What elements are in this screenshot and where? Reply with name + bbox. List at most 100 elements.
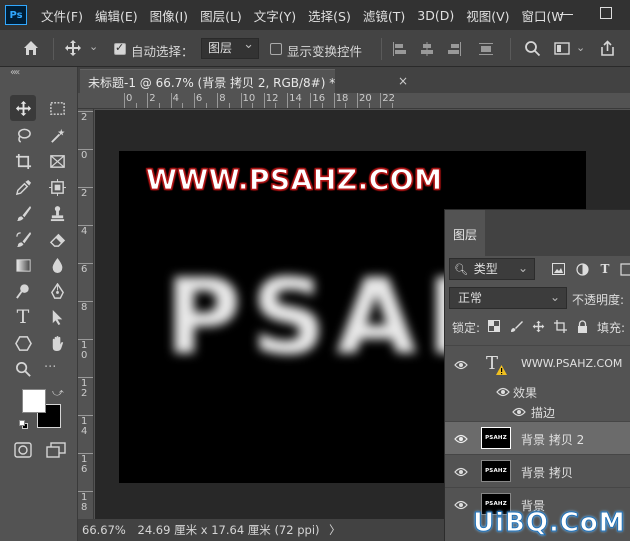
menu-view[interactable]: 视图(V) (460, 6, 515, 25)
eraser-tool-button[interactable] (44, 226, 70, 252)
menu-layer[interactable]: 图层(L) (194, 6, 248, 25)
close-tab-icon[interactable]: × (398, 74, 408, 88)
workspace-icon[interactable] (554, 41, 572, 59)
document-info: 24.69 厘米 x 17.64 厘米 (72 ppi) (137, 523, 320, 537)
visibility-eye-icon[interactable] (454, 359, 468, 370)
visibility-eye-icon[interactable] (454, 466, 468, 477)
ruler-tick (78, 339, 93, 340)
ruler-tick (147, 93, 149, 108)
menu-select[interactable]: 选择(S) (302, 6, 357, 25)
layer-effects-row[interactable]: 效果 (445, 381, 630, 401)
stroke-effect-row[interactable]: 描边 (445, 401, 630, 421)
menu-edit[interactable]: 编辑(E) (89, 6, 144, 25)
menu-filter[interactable]: 滤镜(T) (357, 6, 411, 25)
share-icon[interactable] (599, 40, 616, 60)
ruler-tick (78, 453, 93, 454)
align-left-icon[interactable] (392, 41, 408, 60)
align-center-icon[interactable] (419, 41, 435, 60)
menu-image[interactable]: 图像(I) (144, 6, 194, 25)
filter-type-icon[interactable]: T (598, 262, 612, 276)
ruler-label: 2 (149, 93, 156, 104)
align-right-icon[interactable] (446, 41, 462, 60)
show-transform-checkbox[interactable] (270, 43, 282, 55)
visibility-eye-icon[interactable] (512, 406, 526, 417)
layers-tab-bar: 图层 (445, 210, 630, 256)
zoom-level[interactable]: 66.67% (82, 523, 126, 537)
document-tab[interactable]: 未标题-1 @ 66.7% (背景 拷贝 2, RGB/8#) * × (80, 69, 408, 93)
menu-3d[interactable]: 3D(D) (411, 8, 460, 23)
layer-row-bg-copy-2[interactable]: PSAHZ 背景 拷贝 2 (445, 421, 630, 454)
zoom-tool-button[interactable] (10, 356, 36, 382)
tab-layers[interactable]: 图层 (445, 210, 485, 256)
filter-shape-icon[interactable] (619, 262, 630, 276)
frame-tool-button[interactable] (44, 148, 70, 174)
frame-icon (49, 154, 65, 168)
layer-thumbnail: PSAHZ (481, 460, 511, 482)
brush-tool-button[interactable] (10, 200, 36, 226)
quick-mask-icon[interactable] (14, 442, 32, 461)
blend-mode-dropdown[interactable]: 正常 ⌄ (449, 287, 567, 309)
layers-panel: 图层 🔍︎ 类型 ⌄ T 正常 ⌄ 不透明度: 锁定: 填充: T WWW.PS… (444, 209, 630, 541)
marquee-tool-button[interactable] (44, 95, 70, 121)
lock-position-icon[interactable] (531, 319, 545, 333)
ruler-label: 4 (172, 93, 179, 104)
distribute-icon[interactable] (478, 41, 494, 60)
foreground-color-swatch[interactable] (22, 389, 46, 413)
stamp-tool-button[interactable] (44, 200, 70, 226)
lock-transparent-icon[interactable] (487, 319, 501, 333)
search-icon[interactable] (524, 40, 541, 60)
type-tool-button[interactable]: T (10, 304, 36, 330)
maximize-icon[interactable] (600, 7, 612, 19)
menu-file[interactable]: 文件(F) (35, 6, 89, 25)
shape-tool-button[interactable] (10, 330, 36, 356)
tool-preset-chevron-icon[interactable]: ⌄ (89, 40, 98, 53)
ruler-tick (135, 103, 137, 108)
lock-pixels-icon[interactable] (509, 319, 523, 333)
screen-mode-icon[interactable] (46, 442, 66, 461)
filter-pixel-icon[interactable] (551, 262, 565, 276)
visibility-eye-icon[interactable] (454, 499, 468, 510)
pen-tool-button[interactable] (44, 278, 70, 304)
visibility-eye-icon[interactable] (496, 386, 510, 397)
filter-adjustment-icon[interactable] (575, 262, 589, 276)
move-tool-button[interactable] (10, 95, 36, 121)
lock-all-icon[interactable] (575, 319, 589, 333)
menu-type[interactable]: 文字(Y) (248, 6, 302, 25)
magic-wand-tool-button[interactable] (44, 122, 70, 148)
default-colors-icon[interactable] (19, 420, 28, 429)
workspace-chevron-icon[interactable]: ⌄ (576, 41, 585, 54)
lasso-tool-button[interactable] (10, 122, 36, 148)
status-menu-arrow-icon[interactable]: 〉 (329, 523, 341, 537)
eyedropper-tool-button[interactable] (10, 174, 36, 200)
auto-select-checkbox[interactable] (114, 41, 126, 55)
ruler-label: 12 (265, 93, 279, 104)
visibility-eye-icon[interactable] (454, 433, 468, 444)
crop-tool-button[interactable] (10, 148, 36, 174)
gradient-tool-button[interactable] (10, 252, 36, 278)
auto-select-target-dropdown[interactable]: 图层 (201, 35, 259, 59)
crop-icon (15, 153, 31, 169)
move-tool-icon[interactable] (64, 39, 82, 60)
path-select-tool-button[interactable] (44, 304, 70, 330)
ruler-label: 8 (219, 93, 226, 104)
collapse-panel-icon[interactable]: «« (10, 67, 20, 78)
ruler-tick (78, 377, 93, 378)
ruler-tick (240, 93, 242, 108)
minimize-icon[interactable] (560, 7, 574, 21)
lock-artboard-icon[interactable] (553, 319, 567, 333)
dodge-tool-button[interactable] (10, 278, 36, 304)
more-tools-icon[interactable]: ··· (44, 360, 56, 375)
layer-row-bg-copy[interactable]: PSAHZ 背景 拷贝 (445, 454, 630, 487)
home-icon[interactable] (22, 39, 40, 60)
effects-label: 效果 (513, 386, 538, 400)
blur-tool-button[interactable] (44, 252, 70, 278)
document-tab-title: 未标题-1 @ 66.7% (背景 拷贝 2, RGB/8#) * (88, 76, 336, 90)
object-select-tool-button[interactable] (44, 174, 70, 200)
history-brush-tool-button[interactable] (10, 226, 36, 252)
ruler-tick (182, 103, 184, 108)
layer-filter-dropdown[interactable]: 🔍︎ 类型 ⌄ (449, 258, 535, 280)
ruler-label: 18 (335, 93, 349, 104)
layer-row-text[interactable]: T WWW.PSAHZ.COM (445, 345, 630, 381)
swap-colors-icon[interactable]: ⤻ (52, 386, 64, 400)
hand-tool-button[interactable] (44, 330, 70, 356)
